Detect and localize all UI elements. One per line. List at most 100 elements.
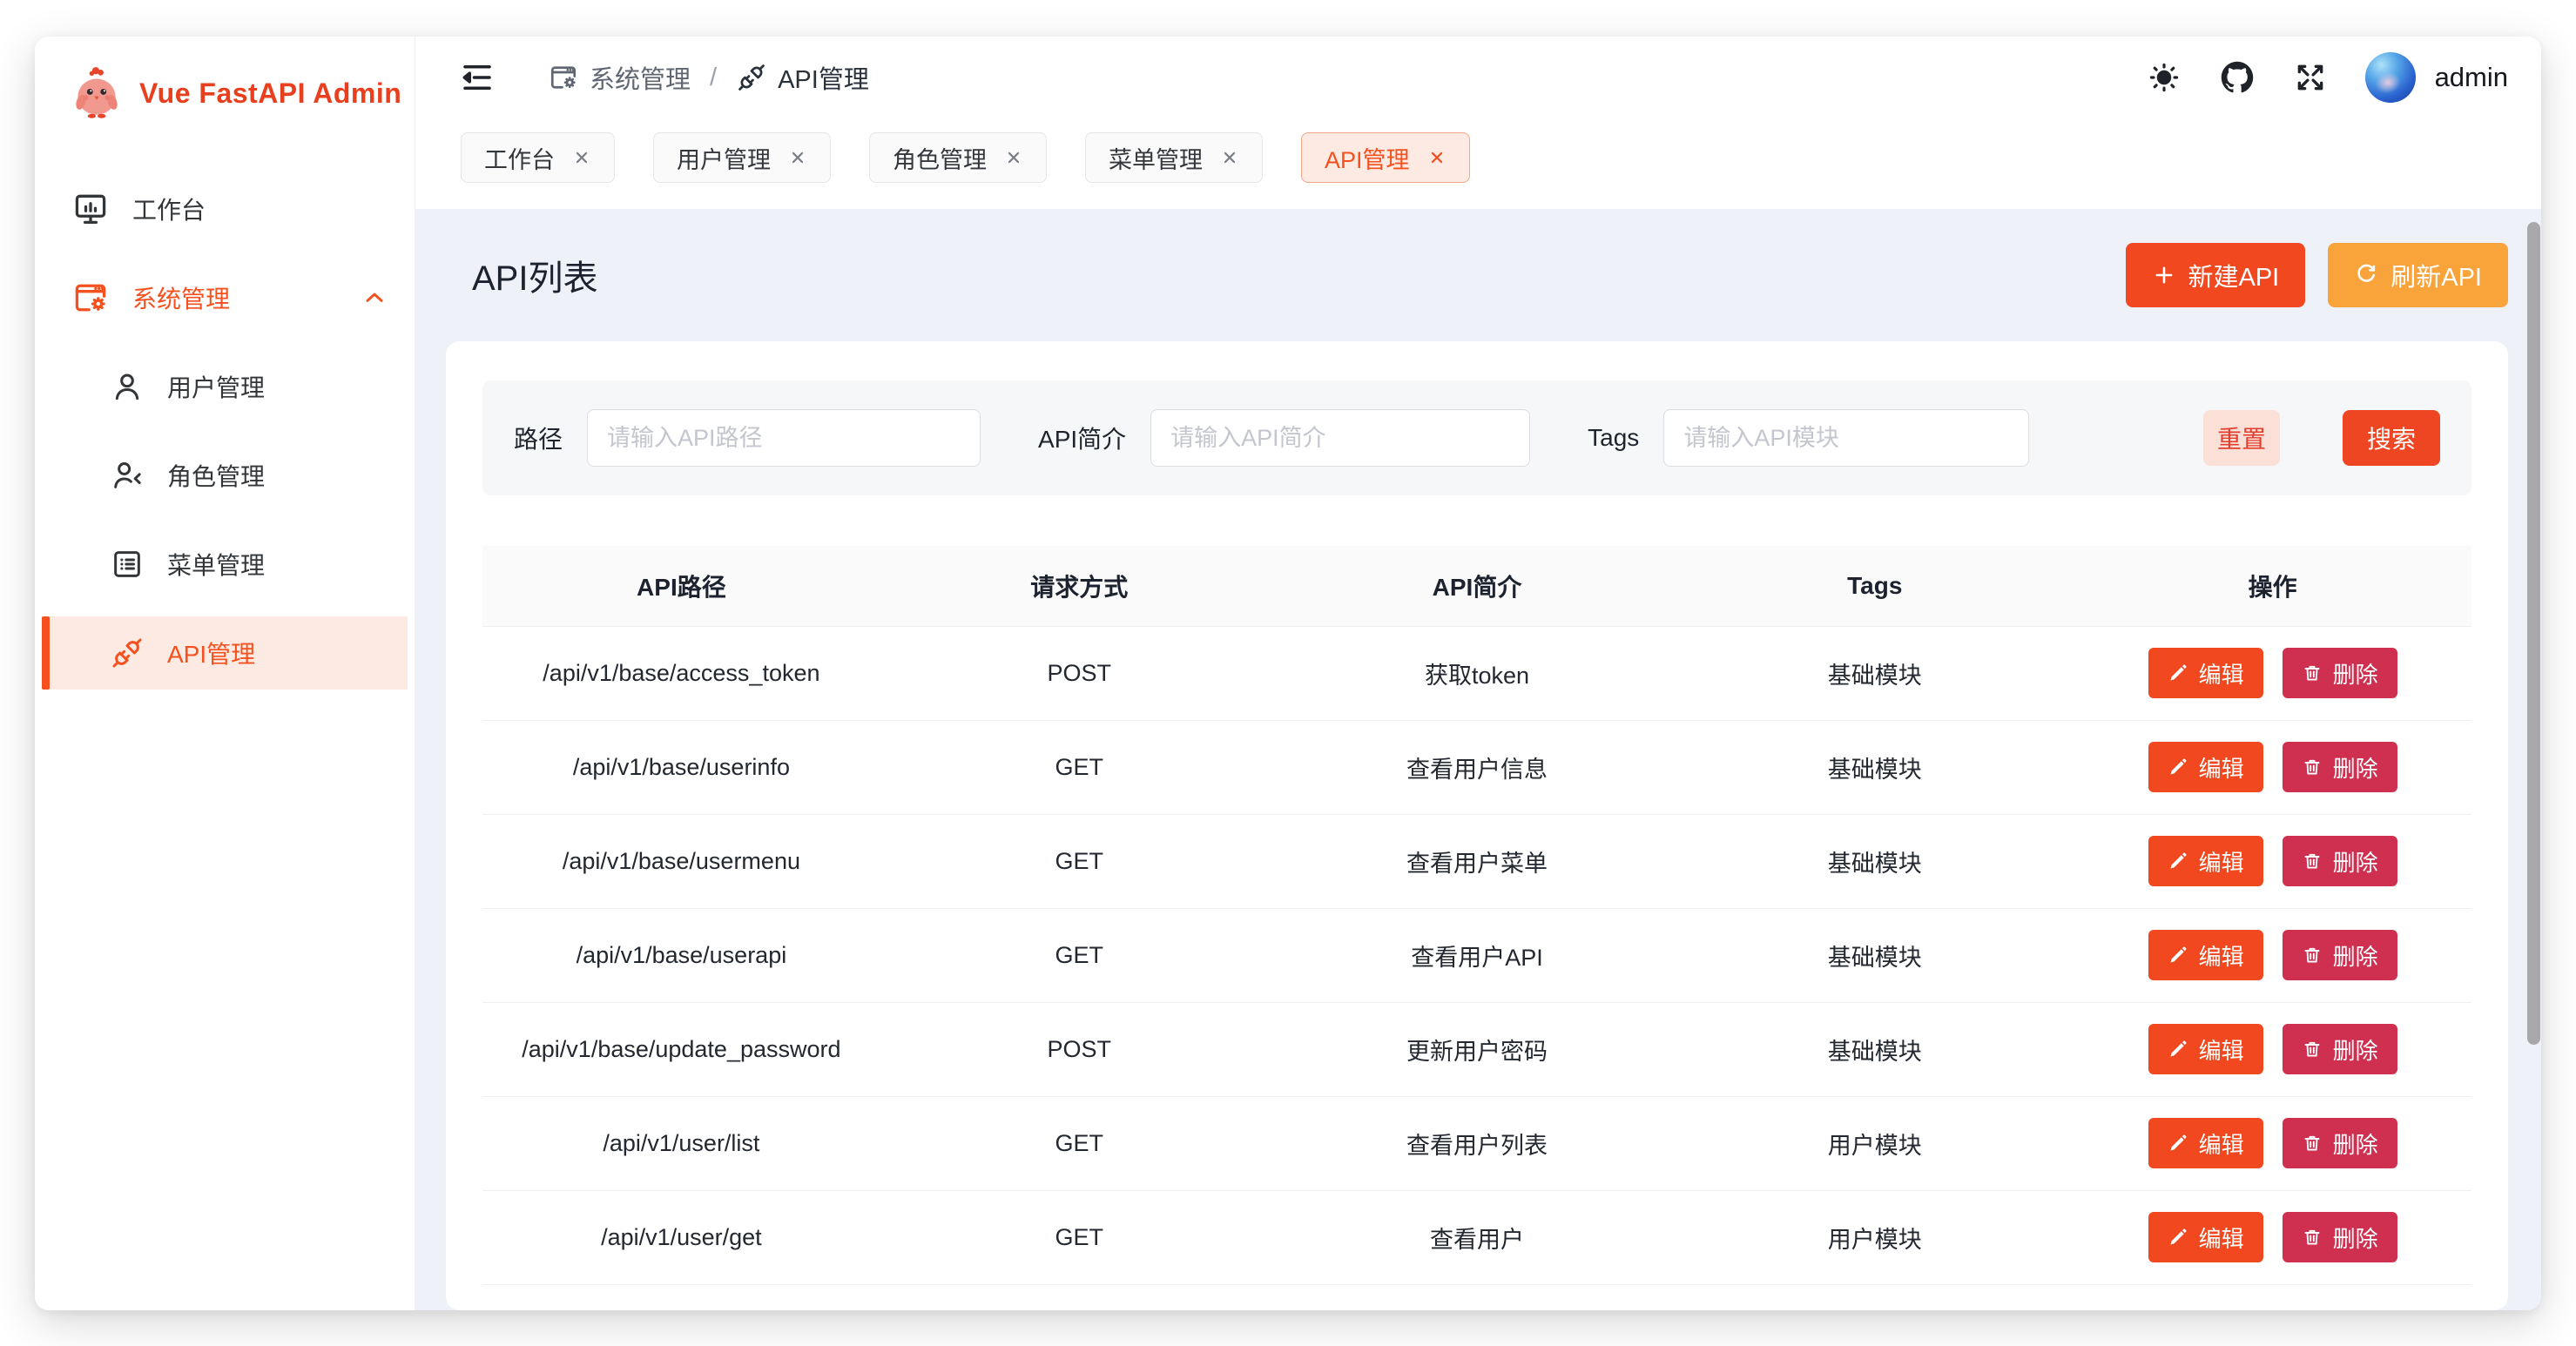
edit-button[interactable]: 编辑 — [2148, 1118, 2263, 1168]
breadcrumb-system[interactable]: 系统管理 — [548, 59, 691, 96]
tab-label: 角色管理 — [893, 141, 987, 175]
page-header: API列表 新建API 刷新API — [446, 209, 2508, 341]
avatar[interactable] — [2365, 52, 2416, 103]
tab-label: 工作台 — [484, 141, 555, 175]
tab-label: API管理 — [1325, 141, 1410, 175]
delete-button[interactable]: 删除 — [2283, 1024, 2397, 1074]
api-plug-icon — [110, 636, 145, 670]
col-summary: API简介 — [1278, 546, 1676, 626]
cell-tags: 用户模块 — [1676, 1190, 2074, 1284]
top-bar: 系统管理 / API管理 — [415, 37, 2541, 118]
edit-button[interactable]: 编辑 — [2148, 1212, 2263, 1262]
cell-method: GET — [880, 814, 1278, 908]
page-title: API列表 — [472, 250, 597, 300]
cell-summary: 更新用户密码 — [1278, 1002, 1676, 1096]
cell-tags: 基础模块 — [1676, 720, 2074, 814]
path-input[interactable] — [587, 409, 981, 467]
delete-trash-icon — [2302, 851, 2323, 872]
col-api-path: API路径 — [482, 546, 880, 626]
edit-button[interactable]: 编辑 — [2148, 742, 2263, 792]
theme-sun-icon[interactable] — [2148, 61, 2181, 94]
tab-workbench[interactable]: 工作台 — [461, 132, 615, 183]
sidebar-item-roles[interactable]: 角色管理 — [35, 439, 415, 512]
cell-tags: 用户模块 — [1676, 1096, 2074, 1190]
col-tags: Tags — [1676, 546, 2074, 626]
delete-button[interactable]: 删除 — [2283, 930, 2397, 980]
sidebar-item-api[interactable]: API管理 — [42, 616, 408, 690]
delete-button[interactable]: 删除 — [2283, 1118, 2397, 1168]
cell-tags: 基础模块 — [1676, 908, 2074, 1002]
close-icon[interactable] — [572, 148, 591, 167]
edit-button[interactable]: 编辑 — [2148, 1024, 2263, 1074]
delete-button[interactable]: 删除 — [2283, 836, 2397, 886]
sidebar-item-users[interactable]: 用户管理 — [35, 350, 415, 423]
cell-path: /api/v1/base/userinfo — [482, 720, 880, 814]
cell-tags: 基础模块 — [1676, 626, 2074, 720]
tab-menus[interactable]: 菜单管理 — [1085, 132, 1263, 183]
search-button[interactable]: 搜索 — [2343, 410, 2440, 466]
breadcrumb-api[interactable]: API管理 — [736, 59, 869, 96]
refresh-api-button[interactable]: 刷新API — [2328, 243, 2508, 307]
tags-field-label: Tags — [1588, 424, 1639, 452]
sidebar-item-label: 系统管理 — [132, 280, 230, 315]
role-user-icon — [110, 458, 145, 493]
delete-trash-icon — [2302, 757, 2323, 777]
sidebar-item-workbench[interactable]: 工作台 — [35, 172, 415, 246]
breadcrumb: 系统管理 / API管理 — [548, 59, 869, 96]
table-row: /api/v1/base/userinfo GET 查看用户信息 基础模块 编辑… — [482, 720, 2471, 814]
cell-summary: 查看用户 — [1278, 1190, 1676, 1284]
edit-button[interactable]: 编辑 — [2148, 836, 2263, 886]
github-icon[interactable] — [2221, 61, 2254, 94]
sidebar-item-label: 工作台 — [132, 192, 206, 226]
table-row: /api/v1/base/access_token POST 获取token 基… — [482, 626, 2471, 720]
tabs-bar: 工作台 用户管理 角色管理 菜单管理 API管理 — [415, 118, 2541, 209]
tab-label: 用户管理 — [677, 141, 771, 175]
cell-summary: 查看用户信息 — [1278, 720, 1676, 814]
sidebar-item-system[interactable]: 系统管理 — [35, 261, 415, 334]
cell-path: /api/v1/base/update_password — [482, 1002, 880, 1096]
reset-button[interactable]: 重置 — [2203, 410, 2280, 466]
vertical-scrollbar[interactable] — [2527, 222, 2540, 1045]
monitor-icon — [71, 190, 110, 228]
edit-pencil-icon — [2168, 945, 2188, 966]
app-logo: Vue FastAPI Admin — [35, 37, 415, 127]
page-content: API列表 新建API 刷新API 路径 — [415, 209, 2541, 1310]
cell-method: GET — [880, 1190, 1278, 1284]
delete-button[interactable]: 删除 — [2283, 648, 2397, 698]
tab-users[interactable]: 用户管理 — [653, 132, 831, 183]
edit-pencil-icon — [2168, 1039, 2188, 1060]
delete-trash-icon — [2302, 663, 2323, 683]
top-right-actions: admin — [2107, 52, 2508, 103]
breadcrumb-label: API管理 — [778, 59, 869, 96]
summary-input[interactable] — [1150, 409, 1530, 467]
delete-button[interactable]: 删除 — [2283, 742, 2397, 792]
edit-button[interactable]: 编辑 — [2148, 930, 2263, 980]
summary-field-label: API简介 — [1038, 421, 1126, 455]
cell-method: GET — [880, 1096, 1278, 1190]
cell-method: POST — [880, 1002, 1278, 1096]
fullscreen-icon[interactable] — [2294, 61, 2327, 94]
cell-path: /api/v1/base/access_token — [482, 626, 880, 720]
api-plug-icon — [736, 62, 767, 93]
table-row: /api/v1/user/list GET 查看用户列表 用户模块 编辑 删除 — [482, 1096, 2471, 1190]
chick-logo-icon — [68, 64, 125, 122]
close-icon[interactable] — [1220, 148, 1239, 167]
tab-roles[interactable]: 角色管理 — [869, 132, 1047, 183]
cell-path: /api/v1/user/list — [482, 1096, 880, 1190]
edit-pencil-icon — [2168, 757, 2188, 777]
delete-trash-icon — [2302, 1039, 2323, 1060]
create-api-button[interactable]: 新建API — [2126, 243, 2306, 307]
tags-input[interactable] — [1663, 409, 2029, 467]
sidebar-item-menus[interactable]: 菜单管理 — [35, 528, 415, 601]
breadcrumb-label: 系统管理 — [590, 59, 691, 96]
cell-tags: 基础模块 — [1676, 1002, 2074, 1096]
username[interactable]: admin — [2435, 62, 2508, 93]
delete-button[interactable]: 删除 — [2283, 1212, 2397, 1262]
collapse-sidebar-icon[interactable] — [459, 59, 496, 96]
sidebar: Vue FastAPI Admin 工作台 — [35, 37, 415, 1310]
tab-api[interactable]: API管理 — [1301, 132, 1470, 183]
edit-button[interactable]: 编辑 — [2148, 648, 2263, 698]
close-icon[interactable] — [1004, 148, 1023, 167]
close-icon[interactable] — [788, 148, 807, 167]
close-icon[interactable] — [1427, 148, 1446, 167]
